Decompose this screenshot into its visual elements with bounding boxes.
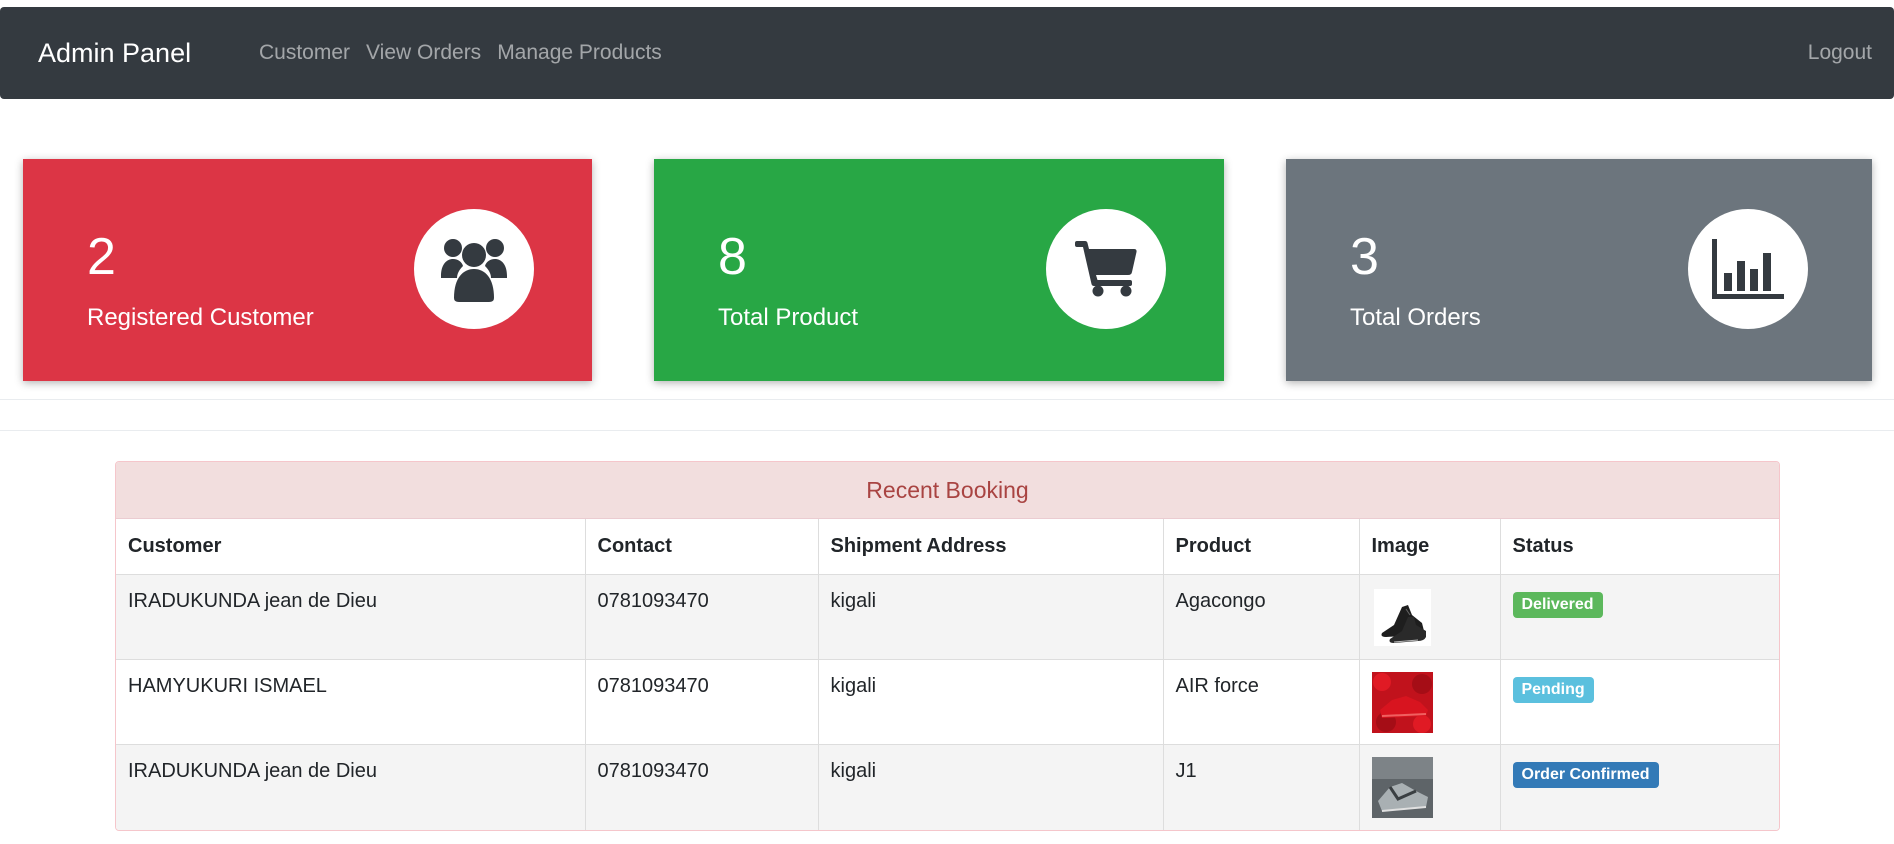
cell-image	[1359, 574, 1501, 660]
black-shoe-image	[1371, 587, 1433, 648]
cell-image	[1359, 744, 1501, 830]
status-badge: Order Confirmed	[1512, 762, 1659, 789]
gray-shoe-image	[1371, 757, 1433, 818]
divider	[0, 430, 1894, 431]
column-header-customer: Customer	[116, 519, 586, 575]
cell-customer: IRADUKUNDA jean de Dieu	[116, 574, 586, 660]
card-label: Total Orders	[1350, 304, 1481, 331]
cell-product: AIR force	[1163, 659, 1360, 745]
red-shoe-image	[1371, 672, 1433, 733]
column-header-address: Shipment Address	[818, 519, 1164, 575]
column-header-product: Product	[1163, 519, 1360, 575]
cell-address: kigali	[818, 744, 1164, 830]
booking-table: Customer Contact Shipment Address Produc…	[116, 519, 1779, 830]
cell-product: J1	[1163, 744, 1360, 830]
cell-address: kigali	[818, 574, 1164, 660]
status-badge: Pending	[1512, 677, 1594, 704]
top-navbar: Admin Panel Customer View Orders Manage …	[0, 7, 1894, 99]
cell-product: Agacongo	[1163, 574, 1360, 660]
registered-customer-card: 2 Registered Customer	[23, 159, 592, 381]
bar-chart-icon	[1688, 209, 1808, 329]
cell-status: Pending	[1500, 659, 1779, 745]
cell-customer: HAMYUKURI ISMAEL	[116, 659, 586, 745]
users-icon	[414, 209, 534, 329]
card-label: Registered Customer	[87, 304, 314, 331]
nav-link-customer[interactable]: Customer	[259, 7, 358, 99]
brand-link[interactable]: Admin Panel	[38, 7, 191, 99]
recent-booking-panel: Recent Booking Customer Contact Shipment…	[115, 461, 1780, 831]
panel-title: Recent Booking	[116, 462, 1779, 519]
shopping-cart-icon	[1046, 209, 1166, 329]
nav-link-manage-products[interactable]: Manage Products	[489, 7, 670, 99]
cell-contact: 0781093470	[585, 744, 819, 830]
card-count: 8	[718, 228, 747, 286]
column-header-contact: Contact	[585, 519, 819, 575]
total-product-card: 8 Total Product	[654, 159, 1224, 381]
cell-address: kigali	[818, 659, 1164, 745]
column-header-status: Status	[1500, 519, 1779, 575]
cell-image	[1359, 659, 1501, 745]
card-count: 2	[87, 228, 116, 286]
divider	[0, 399, 1894, 400]
cell-contact: 0781093470	[585, 659, 819, 745]
cell-status: Order Confirmed	[1500, 744, 1779, 830]
logout-link[interactable]: Logout	[1808, 7, 1872, 99]
card-count: 3	[1350, 228, 1379, 286]
nav-links: Customer View Orders Manage Products	[259, 7, 670, 99]
table-row: IRADUKUNDA jean de Dieu 0781093470 kigal…	[116, 744, 1779, 830]
cell-status: Delivered	[1500, 574, 1779, 660]
cell-contact: 0781093470	[585, 574, 819, 660]
table-header-row: Customer Contact Shipment Address Produc…	[116, 519, 1779, 575]
nav-link-view-orders[interactable]: View Orders	[358, 7, 489, 99]
table-row: IRADUKUNDA jean de Dieu 0781093470 kigal…	[116, 574, 1779, 660]
card-label: Total Product	[718, 304, 859, 331]
status-badge: Delivered	[1512, 592, 1603, 619]
column-header-image: Image	[1359, 519, 1501, 575]
cell-customer: IRADUKUNDA jean de Dieu	[116, 744, 586, 830]
total-orders-card: 3 Total Orders	[1286, 159, 1872, 381]
table-row: HAMYUKURI ISMAEL 0781093470 kigali AIR f…	[116, 659, 1779, 745]
